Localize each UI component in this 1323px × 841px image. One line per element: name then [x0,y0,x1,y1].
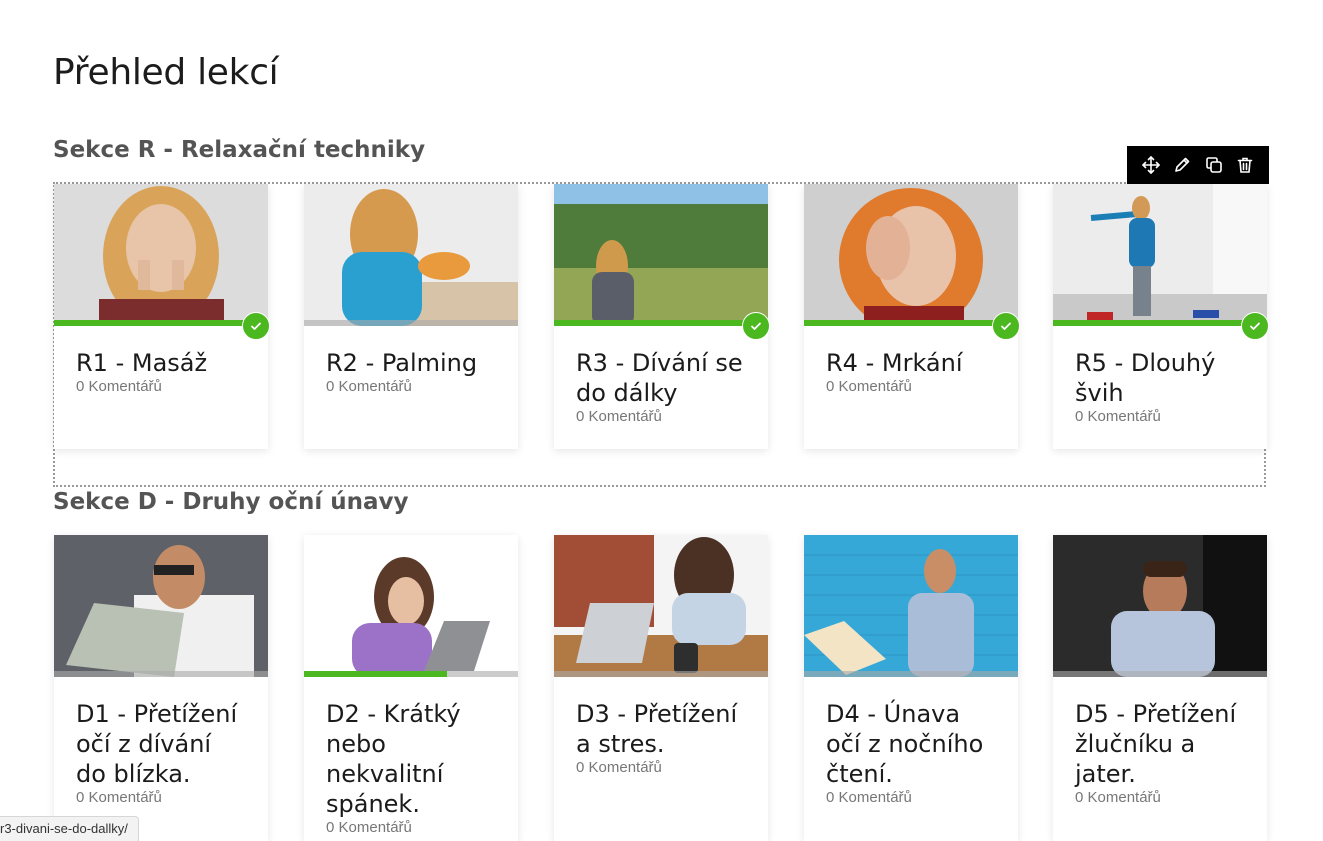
progress-bar [1053,320,1267,326]
lesson-title[interactable]: R5 - Dlouhý švih [1075,348,1245,408]
trash-icon[interactable] [1233,153,1257,177]
lesson-image-d5[interactable] [1053,535,1267,677]
progress-bar [554,320,768,326]
progress-bar [554,671,768,677]
lesson-card-d5[interactable]: D5 - Přetížení žlučníku a jater. 0 Komen… [1053,535,1267,841]
comments-count[interactable]: 0 Komentářů [826,789,996,807]
comments-count[interactable]: 0 Komentářů [576,408,746,426]
progress-bar [304,320,518,326]
comments-count[interactable]: 0 Komentářů [1075,789,1245,807]
lesson-image-r5[interactable] [1053,184,1267,326]
lesson-title[interactable]: D5 - Přetížení žlučníku a jater. [1075,699,1245,789]
status-bar-url: r3-divani-se-do-dallky/ [0,816,139,841]
lesson-card-r4[interactable]: R4 - Mrkání 0 Komentářů [804,184,1020,449]
comments-count[interactable]: 0 Komentářů [326,378,496,396]
duplicate-icon[interactable] [1202,153,1226,177]
completed-check-icon [242,312,270,340]
progress-bar [54,671,268,677]
section-title-r: Sekce R - Relaxační techniky [53,137,426,163]
block-toolbar [1127,146,1269,184]
lesson-title[interactable]: D2 - Krátký nebo nekvalitní spánek. [326,699,496,819]
lesson-image-d3[interactable] [554,535,768,677]
lesson-card-r1[interactable]: R1 - Masáž 0 Komentářů [54,184,270,449]
lesson-image-r3[interactable] [554,184,768,326]
lesson-title[interactable]: D1 - Přetížení očí z dívání do blízka. [76,699,246,789]
lesson-image-d4[interactable] [804,535,1018,677]
lesson-image-r1[interactable] [54,184,268,326]
progress-bar [304,671,518,677]
lesson-image-d2[interactable] [304,535,518,677]
lesson-card-d4[interactable]: D4 - Únava očí z nočního čtení. 0 Koment… [804,535,1018,841]
comments-count[interactable]: 0 Komentářů [576,759,746,777]
edit-icon[interactable] [1170,153,1194,177]
lesson-title[interactable]: R4 - Mrkání [826,348,996,378]
lesson-card-r5[interactable]: R5 - Dlouhý švih 0 Komentářů [1053,184,1269,449]
lesson-card-d2[interactable]: D2 - Krátký nebo nekvalitní spánek. 0 Ko… [304,535,518,841]
section-title-d: Sekce D - Druhy oční únavy [53,489,409,515]
lesson-card-r3[interactable]: R3 - Dívání se do dálky 0 Komentářů [554,184,770,449]
lesson-title[interactable]: R1 - Masáž [76,348,246,378]
completed-check-icon [992,312,1020,340]
lesson-image-r2[interactable] [304,184,518,326]
lesson-image-d1[interactable] [54,535,268,677]
comments-count[interactable]: 0 Komentářů [76,378,246,396]
completed-check-icon [1241,312,1269,340]
lesson-image-r4[interactable] [804,184,1018,326]
lesson-title[interactable]: D4 - Únava očí z nočního čtení. [826,699,996,789]
lesson-card-r2[interactable]: R2 - Palming 0 Komentářů [304,184,518,449]
page-title: Přehled lekcí [53,52,279,93]
lesson-title[interactable]: R3 - Dívání se do dálky [576,348,746,408]
move-icon[interactable] [1139,153,1163,177]
progress-bar [804,671,1018,677]
lesson-card-d1[interactable]: D1 - Přetížení očí z dívání do blízka. 0… [54,535,268,841]
lesson-title[interactable]: R2 - Palming [326,348,496,378]
comments-count[interactable]: 0 Komentářů [326,819,496,837]
progress-bar [1053,671,1267,677]
completed-check-icon [742,312,770,340]
progress-bar [804,320,1018,326]
comments-count[interactable]: 0 Komentářů [1075,408,1245,426]
lesson-card-d3[interactable]: D3 - Přetížení a stres. 0 Komentářů [554,535,768,841]
comments-count[interactable]: 0 Komentářů [76,789,246,807]
lesson-title[interactable]: D3 - Přetížení a stres. [576,699,746,759]
comments-count[interactable]: 0 Komentářů [826,378,996,396]
progress-bar [54,320,268,326]
